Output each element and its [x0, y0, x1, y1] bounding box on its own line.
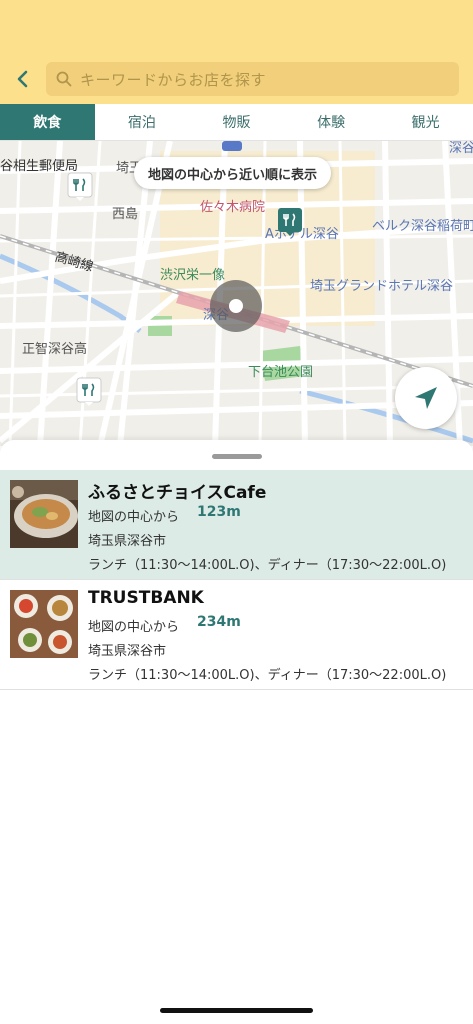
app-header: キーワードからお店を探す: [0, 0, 473, 104]
current-location-button[interactable]: [395, 367, 457, 429]
distance-value: 123m: [197, 504, 241, 520]
distance-value: 234m: [197, 614, 241, 630]
restaurant-pin-icon[interactable]: [67, 172, 93, 202]
tab-lodging[interactable]: 宿泊: [95, 104, 190, 140]
category-tabs: 飲食 宿泊 物販 体験 観光: [0, 104, 473, 141]
distance-label: 地図の中心から: [88, 620, 180, 635]
list-item[interactable]: TRUSTBANK 地図の中心から 234m 埼玉県深谷市 ランチ（11:30〜…: [0, 580, 473, 690]
sort-hint-tooltip: 地図の中心から近い順に表示: [134, 157, 332, 189]
map-view[interactable]: 谷相生郵便局 埼玉 西島 佐々木病院 Aホテル深谷 ベルク深谷稲荷町 深谷 高崎…: [0, 141, 473, 446]
home-indicator[interactable]: [160, 1008, 313, 1013]
shop-name: ふるさとチョイスCafe: [88, 483, 267, 503]
navigation-arrow-icon: [415, 387, 437, 409]
map-label-shimodaiike: 下台池公園: [248, 365, 314, 380]
chevron-left-icon: [17, 70, 28, 88]
list-item[interactable]: ふるさとチョイスCafe 地図の中心から 123m 埼玉県深谷市 ランチ（11:…: [0, 470, 473, 580]
distance-label: 地図の中心から: [88, 510, 180, 525]
map-label-grand-hotel: 埼玉グランドホテル深谷: [310, 279, 454, 294]
map-label-hospital: 佐々木病院: [200, 200, 266, 215]
map-label-seichi: 正智深谷高: [22, 342, 88, 357]
shop-thumbnail: [10, 590, 78, 658]
shop-hours: ランチ（11:30〜14:00L.O)、ディナー（17:30〜22:00L.O): [88, 558, 447, 573]
map-label-nishijima: 西島: [112, 207, 139, 222]
restaurant-pin-icon[interactable]: [277, 207, 303, 237]
shop-thumbnail: [10, 480, 78, 548]
shop-address: 埼玉県深谷市: [88, 534, 167, 549]
shop-address: 埼玉県深谷市: [88, 644, 167, 659]
map-center-marker: [210, 280, 262, 332]
search-placeholder: キーワードからお店を探す: [80, 70, 267, 89]
restaurant-pin-icon[interactable]: [76, 377, 102, 407]
tab-experience[interactable]: 体験: [284, 104, 379, 140]
shop-hours: ランチ（11:30〜14:00L.O)、ディナー（17:30〜22:00L.O): [88, 668, 447, 683]
search-input[interactable]: キーワードからお店を探す: [46, 62, 459, 96]
tab-goods[interactable]: 物販: [189, 104, 284, 140]
map-label-fukaya-corner: 深谷: [449, 141, 473, 156]
map-label-belk: ベルク深谷稲荷町: [372, 219, 473, 234]
shop-name: TRUSTBANK: [88, 588, 204, 608]
search-icon: [56, 71, 72, 87]
sheet-drag-handle[interactable]: [212, 454, 262, 459]
tab-sightseeing[interactable]: 観光: [378, 104, 473, 140]
results-sheet: ふるさとチョイスCafe 地図の中心から 123m 埼玉県深谷市 ランチ（11:…: [0, 440, 473, 1024]
back-button[interactable]: [8, 64, 38, 94]
tab-food[interactable]: 飲食: [0, 104, 95, 140]
map-label-shibusawa: 渋沢栄一像: [160, 268, 226, 283]
